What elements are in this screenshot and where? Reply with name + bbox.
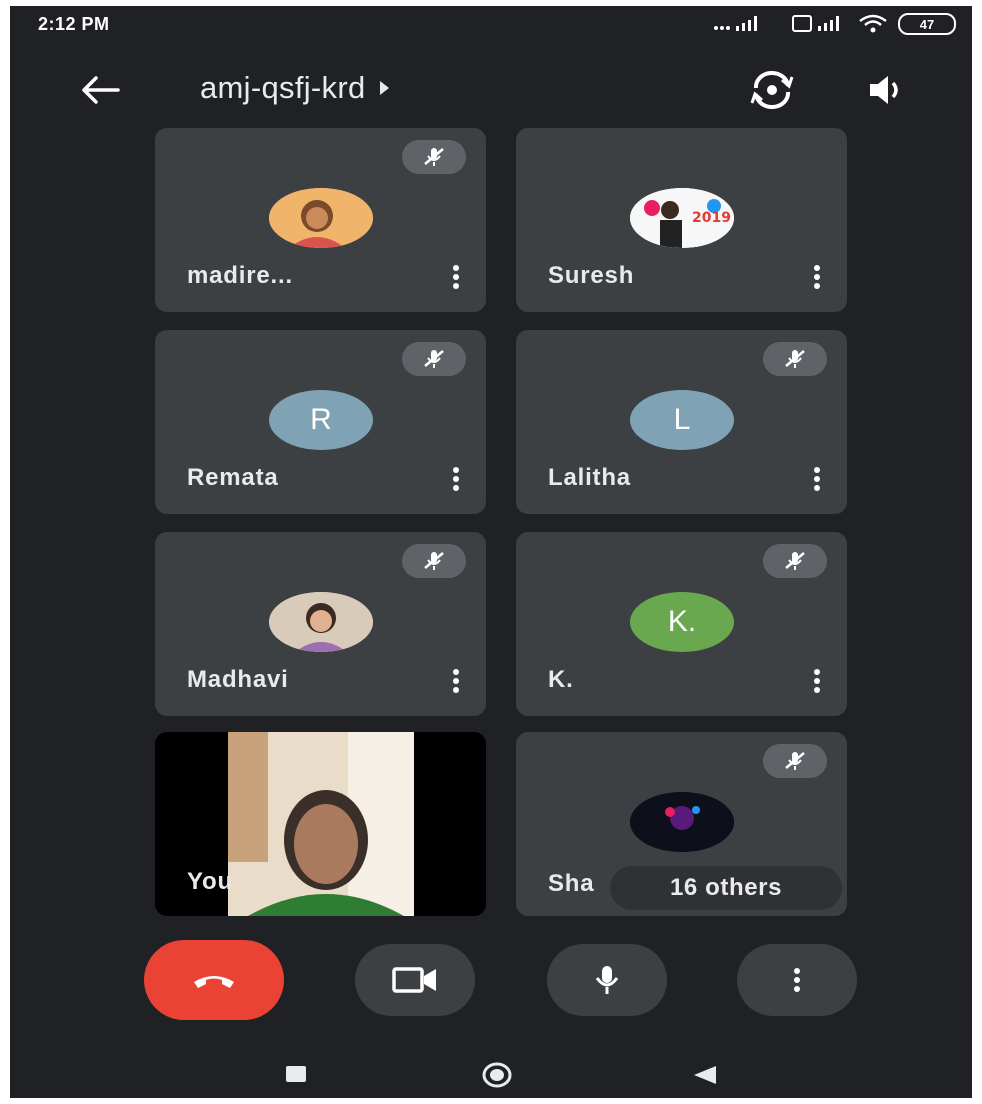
- signal-icon: [714, 16, 757, 31]
- mic-off-icon: [424, 552, 444, 570]
- participant-tile[interactable]: K. K.: [516, 532, 847, 716]
- videocam-icon: [392, 967, 436, 993]
- avatar-letter: L: [673, 403, 691, 436]
- wifi-icon: [859, 14, 887, 33]
- status-time: 2:12 PM: [38, 14, 110, 34]
- avatar: 2019: [630, 188, 734, 248]
- participant-tile[interactable]: R Remata: [155, 330, 486, 514]
- muted-mic-badge: [763, 744, 827, 778]
- participant-name: You: [187, 868, 233, 895]
- more-vert-icon[interactable]: [807, 262, 827, 292]
- more-vert-icon: [794, 968, 800, 992]
- avatar-letter: R: [310, 403, 332, 436]
- recents-square-icon[interactable]: [284, 1064, 308, 1084]
- participant-name: Remata: [187, 464, 279, 491]
- expand-triangle-icon: [379, 81, 389, 95]
- others-count-chip[interactable]: 16 others: [610, 866, 842, 910]
- volte-signal-icon: [792, 15, 839, 32]
- more-vert-icon[interactable]: [446, 262, 466, 292]
- participant-name: madire...: [187, 262, 293, 289]
- phone-hangup-icon: [194, 976, 234, 988]
- participant-name: Madhavi: [187, 666, 289, 693]
- muted-mic-badge: [763, 544, 827, 578]
- participant-name: Lalitha: [548, 464, 631, 491]
- more-vert-icon[interactable]: [446, 666, 466, 696]
- avatar-letter: K.: [667, 605, 697, 638]
- top-bar: amj-qsfj-krd: [10, 62, 972, 118]
- person-photo-icon: [269, 592, 373, 652]
- back-triangle-icon[interactable]: [692, 1064, 718, 1086]
- participant-tile[interactable]: 2019 Suresh: [516, 128, 847, 312]
- meeting-title[interactable]: amj-qsfj-krd: [200, 70, 389, 106]
- more-options-button[interactable]: [737, 944, 857, 1016]
- avatar: K.: [630, 592, 734, 652]
- participant-name: Suresh: [548, 262, 635, 289]
- speaker-icon[interactable]: [862, 68, 910, 112]
- mic-off-icon: [785, 552, 805, 570]
- system-nav-bar: [10, 1036, 972, 1096]
- participant-tile[interactable]: L Lalitha: [516, 330, 847, 514]
- call-controls: [10, 936, 972, 1026]
- avatar: [269, 592, 373, 652]
- camera-toggle-button[interactable]: [355, 944, 475, 1016]
- person-photo-icon: [269, 188, 373, 248]
- participant-name: Sha: [548, 870, 595, 897]
- muted-mic-badge: [402, 544, 466, 578]
- person-photo-icon: 2019: [630, 188, 734, 248]
- meeting-code: amj-qsfj-krd: [200, 70, 366, 105]
- avatar: [269, 188, 373, 248]
- more-vert-icon[interactable]: [446, 464, 466, 494]
- back-arrow-icon[interactable]: [78, 72, 122, 108]
- avatar: L: [630, 390, 734, 450]
- mic-off-icon: [785, 752, 805, 770]
- muted-mic-badge: [402, 342, 466, 376]
- mic-toggle-button[interactable]: [547, 944, 667, 1016]
- mic-off-icon: [424, 350, 444, 368]
- participant-name: K.: [548, 666, 574, 693]
- person-photo-icon: [630, 792, 734, 852]
- mic-off-icon: [785, 350, 805, 368]
- battery-indicator: 47: [898, 13, 956, 35]
- meeting-screen: 2:12 PM 47 amj-qsfj-krd madire... 2019 S…: [10, 6, 972, 1098]
- more-vert-icon[interactable]: [807, 464, 827, 494]
- self-video-feed: [228, 732, 414, 916]
- muted-mic-badge: [402, 140, 466, 174]
- muted-mic-badge: [763, 342, 827, 376]
- status-icons: 47: [712, 13, 956, 35]
- svg-text:2019: 2019: [692, 210, 731, 226]
- more-vert-icon[interactable]: [807, 666, 827, 696]
- status-bar: 2:12 PM 47: [10, 6, 972, 46]
- end-call-button[interactable]: [144, 940, 284, 1020]
- mic-off-icon: [424, 148, 444, 166]
- participant-tile[interactable]: Madhavi: [155, 532, 486, 716]
- mic-icon: [595, 966, 619, 994]
- avatar: R: [269, 390, 373, 450]
- home-circle-icon[interactable]: [480, 1060, 514, 1090]
- switch-camera-icon[interactable]: [748, 68, 796, 112]
- avatar: [630, 792, 734, 852]
- self-video-tile[interactable]: You: [155, 732, 486, 916]
- participant-tile[interactable]: madire...: [155, 128, 486, 312]
